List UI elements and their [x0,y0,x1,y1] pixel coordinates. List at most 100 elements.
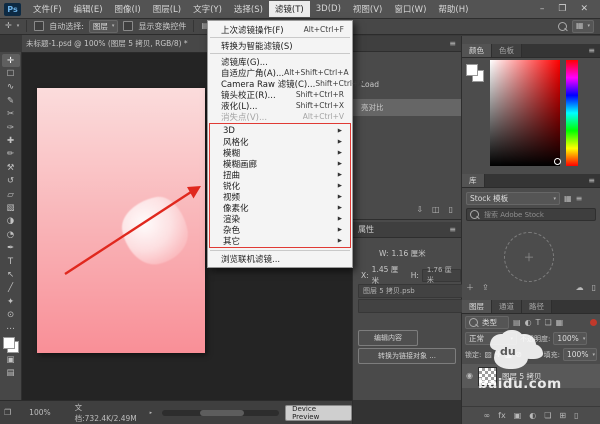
document-tab[interactable]: 未标题-1.psd @ 100% (图层 5 拷贝, RGB/8) * × [22,35,230,52]
lasso-tool[interactable]: ∿ [2,81,20,94]
filter-type-layers-icon[interactable]: T [536,318,541,327]
menu-item-video[interactable]: 视频 ▶ [210,191,350,203]
move-tool[interactable]: ✛ [1,54,20,68]
workspace-switcher[interactable]: ▦ ▾ [571,19,594,33]
layer-mask-icon[interactable]: ▣ [514,411,522,420]
menu-item-noise[interactable]: 杂色 ▶ [210,224,350,236]
status-menu-arrow-icon[interactable]: ▸ [150,410,153,416]
lock-transparency-icon[interactable]: ▨ [484,350,492,359]
new-layer-icon[interactable]: ⊞ [559,411,566,420]
lock-image-icon[interactable]: ◪ [505,350,513,359]
quick-mask-button[interactable]: ▣ [2,353,20,366]
libraries-dropdown[interactable]: Stock 模板 ▾ [466,192,560,205]
menu-item-pixelate[interactable]: 像素化 ▶ [210,202,350,214]
menu-help[interactable]: 帮助(H) [432,1,474,17]
screen-mode-button[interactable]: ▤ [2,367,20,380]
lock-position-icon[interactable]: ✛ [495,350,502,359]
menu-view[interactable]: 视图(V) [347,1,388,17]
menu-item-filter-gallery[interactable]: 滤镜库(G)... [208,56,352,68]
pen-tool[interactable]: ✒ [2,241,20,254]
tab-swatches[interactable]: 色板 [492,44,522,57]
quick-selection-tool[interactable]: ✎ [2,94,20,107]
tab-layers[interactable]: 图层 [462,300,492,313]
libraries-drop-zone[interactable]: ＋ [504,232,554,282]
add-content-icon[interactable]: ＋ [466,284,474,292]
blend-mode-dropdown[interactable]: 正常 ▾ [465,332,517,345]
tool-preset-caret-icon[interactable]: ▾ [17,23,20,29]
menu-item-last-filter[interactable]: 上次滤镜操作(F) Alt+Ctrl+F [208,24,352,36]
menu-file[interactable]: 文件(F) [27,1,68,17]
gradient-tool[interactable]: ▧ [2,201,20,214]
menu-item-blur-gallery[interactable]: 模糊画廊 ▶ [210,158,350,170]
menu-layer[interactable]: 图层(L) [147,1,187,17]
hue-slider[interactable] [566,60,578,166]
clone-stamp-tool[interactable]: ⚒ [2,161,20,174]
tab-libraries[interactable]: 库 [462,174,485,187]
foreground-color-swatch[interactable] [2,337,15,350]
delete-layer-icon[interactable]: ▯ [574,411,578,420]
tab-color[interactable]: 颜色 [462,44,492,57]
filter-smart-objects-icon[interactable]: ▦ [556,318,564,327]
filter-toggle-icon[interactable] [590,319,597,326]
layer-group-icon[interactable]: ❏ [544,411,551,420]
tab-paths[interactable]: 路径 [522,300,552,313]
color-picker-cursor[interactable] [554,158,561,165]
properties-panel-header[interactable]: 属性 ≡ [353,222,461,238]
layer-name[interactable]: 图层 5 拷贝 [502,371,542,382]
screen-mode-icon[interactable]: ❐ [4,408,11,417]
grid-view-icon[interactable]: ▦ [564,194,572,203]
fill-dropdown[interactable]: 100% ▾ [563,348,597,361]
zoom-tool[interactable]: ⊙ [2,308,20,321]
menu-item-liquify[interactable]: 液化(L)... Shift+Ctrl+X [208,100,352,112]
menu-item-convert-smart-filter[interactable]: 转换为智能滤镜(S) [208,40,352,52]
scrollbar-thumb[interactable] [200,409,245,416]
menu-item-browse-filters-online[interactable]: 浏览联机滤镜... [208,253,352,265]
filter-adjustment-layers-icon[interactable]: ◐ [525,318,532,327]
edit-toolbar-button[interactable]: ⋯ [2,322,20,335]
new-preset-icon[interactable]: ◫ [432,205,440,214]
height-value[interactable]: 1.76 厘米 [421,266,461,284]
edit-contents-button[interactable]: 编辑内容 [358,330,418,346]
shape-tool[interactable]: ╱ [2,282,20,295]
hand-tool[interactable]: ✦ [2,295,20,308]
close-button[interactable]: ✕ [580,4,588,14]
show-transform-checkbox[interactable] [123,21,134,31]
minimize-button[interactable]: – [540,4,545,14]
panel-menu-icon[interactable]: ≡ [588,46,595,55]
layer-visibility-eye-icon[interactable]: ◉ [466,372,473,380]
layer-filter-dropdown[interactable]: 类型 [465,316,509,329]
libraries-search-field[interactable] [466,208,596,221]
saturation-brightness-picker[interactable] [490,60,560,166]
foreground-color-swatch[interactable] [466,64,478,76]
menu-item-camera-raw[interactable]: Camera Raw 滤镜(C)... Shift+Ctrl+A [208,78,363,90]
panel-menu-icon[interactable]: ≡ [588,176,595,185]
layer-row[interactable]: ◉ 图层 5 拷贝 [462,364,600,388]
menu-edit[interactable]: 编辑(E) [68,1,109,17]
sync-cloud-icon[interactable]: ☁ [576,284,584,292]
load-preset-icon[interactable]: ⇩ [416,205,423,214]
auto-select-checkbox[interactable] [34,21,45,31]
history-brush-tool[interactable]: ↺ [2,175,20,188]
color-swatches-widget[interactable] [2,337,19,354]
type-tool[interactable]: T [2,255,20,268]
maximize-button[interactable]: ❐ [558,4,566,14]
delete-preset-icon[interactable]: ▯ [449,205,453,214]
convert-to-linked-button[interactable]: 转换为链接对象 ... [358,348,456,364]
link-layers-icon[interactable]: ∞ [483,411,490,420]
preset-item-load[interactable]: Load [353,76,461,93]
menu-item-3d[interactable]: 3D ▶ [210,125,350,136]
marquee-tool[interactable]: ☐ [2,67,20,80]
adjustment-layer-icon[interactable]: ◐ [529,411,536,420]
document-canvas[interactable] [37,88,205,353]
menu-item-stylize[interactable]: 风格化 ▶ [210,136,350,148]
list-view-icon[interactable]: ≡ [576,194,583,203]
menu-window[interactable]: 窗口(W) [388,1,432,17]
menu-item-blur[interactable]: 模糊 ▶ [210,147,350,159]
panel-menu-icon[interactable]: ≡ [449,225,456,234]
layer-thumbnail[interactable] [477,366,497,386]
delete-icon[interactable]: ▯ [592,284,596,292]
panel-menu-icon[interactable]: ≡ [449,39,456,48]
menu-filter[interactable]: 滤镜(T) [268,1,310,17]
crop-tool[interactable]: ✂ [2,108,20,121]
menu-item-render[interactable]: 渲染 ▶ [210,213,350,225]
